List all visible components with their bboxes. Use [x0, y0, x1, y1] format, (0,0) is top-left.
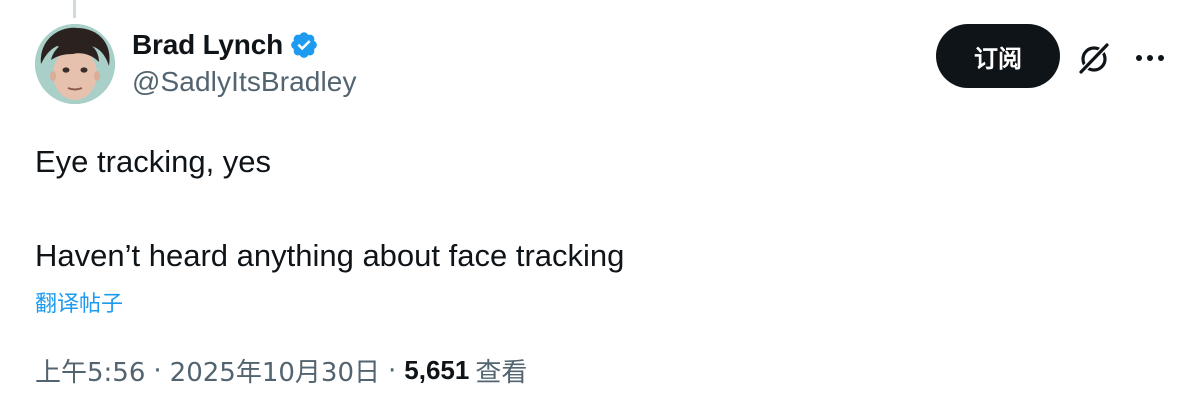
tweet-card: Brad Lynch @SadlyItsBradley 订阅 Eye track…	[0, 0, 1200, 400]
views-count: 5,651	[404, 355, 470, 385]
thread-connector-line	[73, 0, 76, 18]
translate-post-link[interactable]: 翻译帖子	[35, 286, 123, 318]
author-display-name[interactable]: Brad Lynch	[132, 29, 283, 61]
tweet-meta-row: 上午5:56 · 2025年10月30日 · 5,651 查看	[35, 352, 527, 389]
meta-separator: ·	[153, 355, 162, 386]
meta-separator: ·	[388, 355, 397, 386]
tweet-text: Eye tracking, yes Haven’t heard anything…	[35, 144, 625, 273]
subscribe-button[interactable]: 订阅	[936, 24, 1060, 88]
grok-slash-icon[interactable]	[1074, 38, 1114, 78]
verified-badge-icon[interactable]	[289, 30, 319, 60]
user-avatar-photo-icon	[35, 24, 115, 104]
post-time[interactable]: 上午5:56	[35, 352, 145, 389]
post-date[interactable]: 2025年10月30日	[170, 352, 380, 389]
more-horizontal-icon[interactable]	[1130, 38, 1170, 78]
author-name-row: Brad Lynch	[132, 26, 357, 64]
avatar[interactable]	[35, 24, 115, 104]
views-label: 查看	[475, 358, 528, 388]
author-block: Brad Lynch @SadlyItsBradley	[132, 26, 357, 98]
author-handle[interactable]: @SadlyItsBradley	[132, 66, 357, 98]
